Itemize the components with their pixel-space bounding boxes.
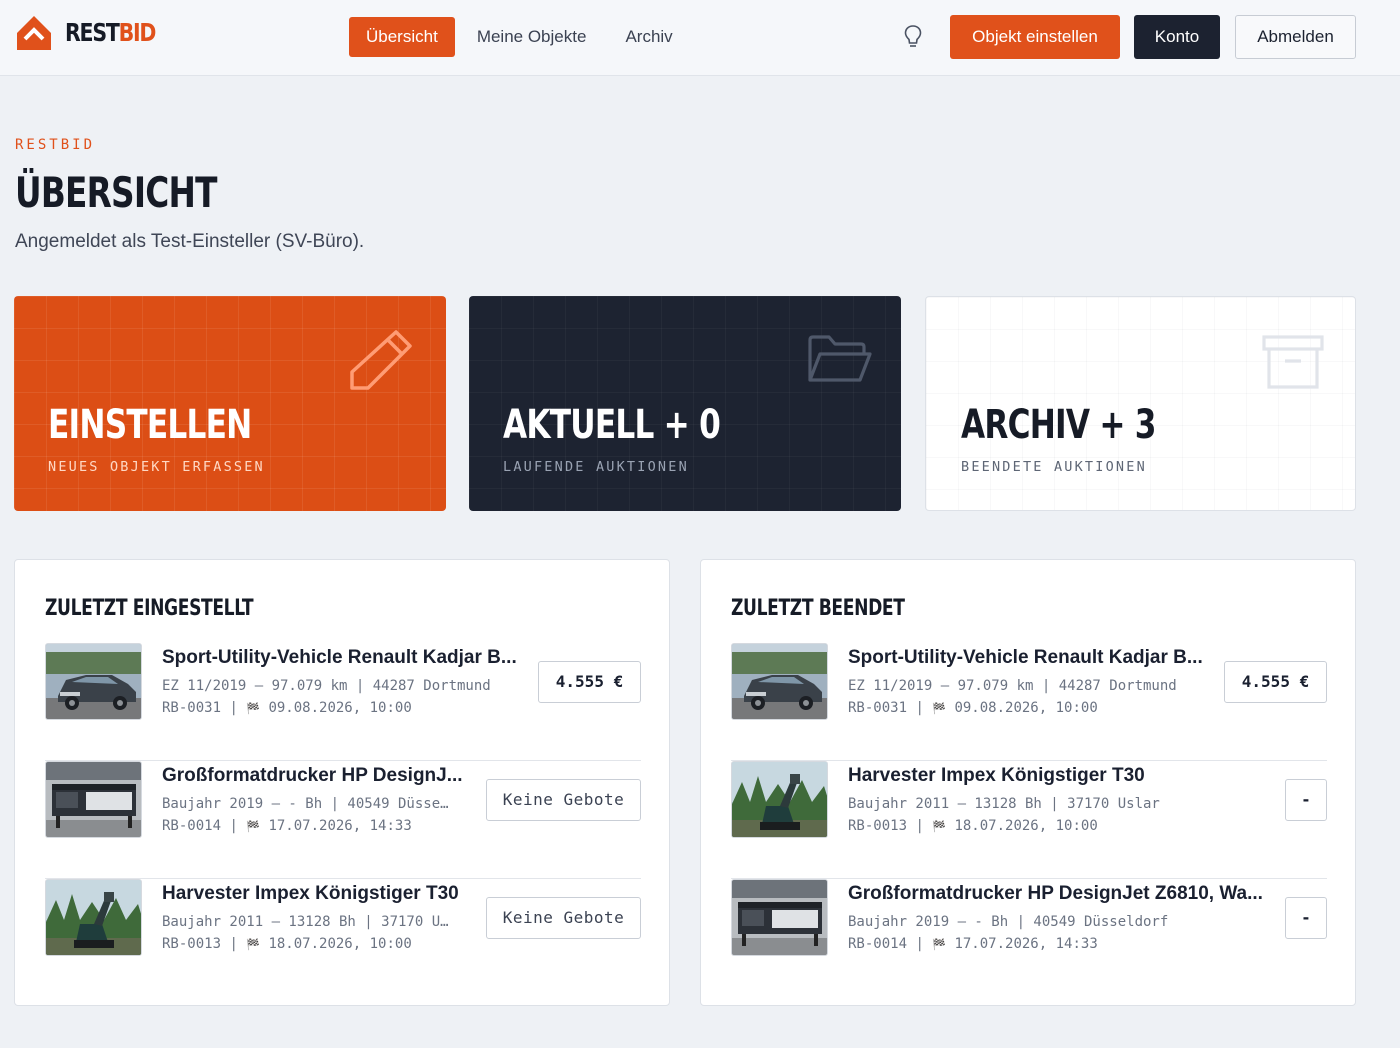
list-item[interactable]: Harvester Impex Königstiger T30 Baujahr 2… — [45, 879, 641, 997]
item-thumbnail[interactable] — [45, 761, 142, 838]
item-id-and-end: RB-0014 | 🏁 17.07.2026, 14:33 — [848, 936, 1098, 952]
item-thumbnail[interactable] — [45, 879, 142, 956]
checkered-flag-icon: 🏁 — [246, 702, 261, 715]
checkered-flag-icon: 🏁 — [932, 702, 947, 715]
tile-aktuell[interactable]: AKTUELL + 0 LAUFENDE AUKTIONEN — [469, 296, 901, 511]
tile-aktuell-title: AKTUELL + 0 — [503, 402, 721, 448]
checkered-flag-icon: 🏁 — [246, 820, 261, 833]
item-id-and-end: RB-0013 | 🏁 18.07.2026, 10:00 — [162, 936, 412, 952]
list-item[interactable]: Großformatdrucker HP DesignJ... Baujahr 2… — [45, 761, 641, 879]
logout-button[interactable]: Abmelden — [1235, 15, 1356, 59]
item-thumbnail[interactable] — [731, 643, 828, 720]
item-title[interactable]: Harvester Impex Königstiger T30 — [848, 765, 1145, 787]
item-id: RB-0031 — [162, 700, 222, 716]
tile-archiv[interactable]: ARCHIV + 3 BEENDETE AUKTIONEN — [925, 296, 1356, 511]
item-id-and-end: RB-0013 | 🏁 18.07.2026, 10:00 — [848, 818, 1098, 834]
item-bid-badge[interactable]: - — [1285, 897, 1327, 939]
item-id: RB-0014 — [162, 818, 222, 834]
restbid-logo-icon — [17, 16, 51, 50]
item-bid-badge[interactable]: - — [1285, 779, 1327, 821]
panel-title: ZULETZT EINGESTELLT — [45, 596, 254, 621]
panel-title: ZULETZT BEENDET — [731, 596, 905, 621]
tile-archiv-subtitle: BEENDETE AUKTIONEN — [961, 459, 1147, 475]
item-title[interactable]: Sport-Utility-Vehicle Renault Kadjar B..… — [162, 647, 517, 669]
item-end-date: 17.07.2026, 14:33 — [268, 818, 412, 834]
list-item[interactable]: Sport-Utility-Vehicle Renault Kadjar B..… — [731, 643, 1327, 761]
item-title[interactable]: Harvester Impex Königstiger T30 — [162, 883, 459, 905]
item-thumbnail[interactable] — [731, 879, 828, 956]
item-id: RB-0031 — [848, 700, 908, 716]
archive-box-icon — [1262, 335, 1324, 389]
item-bid-badge[interactable]: Keine Gebote — [486, 897, 641, 939]
tile-einstellen-subtitle: NEUES OBJEKT ERFASSEN — [48, 459, 265, 475]
item-id-and-end: RB-0031 | 🏁 09.08.2026, 10:00 — [162, 700, 412, 716]
item-thumbnail[interactable] — [45, 643, 142, 720]
folder-icon — [808, 335, 872, 382]
nav-item-archiv[interactable]: Archiv — [608, 17, 689, 57]
item-end-date: 09.08.2026, 10:00 — [268, 700, 412, 716]
item-id: RB-0014 — [848, 936, 908, 952]
tile-archiv-title: ARCHIV + 3 — [961, 402, 1156, 448]
account-button[interactable]: Konto — [1134, 15, 1220, 59]
page-eyebrow: RESTBID — [15, 137, 96, 153]
item-title[interactable]: Großformatdrucker HP DesignJ... — [162, 765, 463, 787]
item-details: Baujahr 2019 – - Bh | 40549 Düsseldorf — [848, 914, 1169, 930]
lightbulb-icon[interactable] — [903, 24, 923, 50]
item-id: RB-0013 — [162, 936, 222, 952]
item-bid-badge[interactable]: Keine Gebote — [486, 779, 641, 821]
list-item[interactable]: Sport-Utility-Vehicle Renault Kadjar B..… — [45, 643, 641, 761]
top-navigation-bar: RESTBID Übersicht Meine Objekte Archiv O… — [0, 0, 1400, 76]
list-item[interactable]: Großformatdrucker HP DesignJet Z6810, Wa… — [731, 879, 1327, 997]
item-bid-badge[interactable]: 4.555 € — [538, 661, 641, 703]
item-details: EZ 11/2019 – 97.079 km | 44287 Dortmund — [848, 678, 1177, 694]
pencil-icon — [350, 330, 412, 390]
item-title[interactable]: Großformatdrucker HP DesignJet Z6810, Wa… — [848, 883, 1263, 905]
item-end-date: 09.08.2026, 10:00 — [954, 700, 1098, 716]
brand-name-part1: REST — [65, 18, 120, 47]
item-end-date: 18.07.2026, 10:00 — [268, 936, 412, 952]
recently-finished-panel: ZULETZT BEENDET Sport-Utility-Vehicle Re… — [700, 559, 1356, 1006]
item-end-date: 17.07.2026, 14:33 — [954, 936, 1098, 952]
item-details: Baujahr 2019 – - Bh | 40549 Düsse… — [162, 796, 449, 812]
create-object-button[interactable]: Objekt einstellen — [950, 15, 1120, 59]
separator: | — [221, 700, 247, 716]
item-details: Baujahr 2011 – 13128 Bh | 37170 U… — [162, 914, 449, 930]
item-details: EZ 11/2019 – 97.079 km | 44287 Dortmund — [162, 678, 491, 694]
brand-name-part2: BID — [118, 18, 157, 47]
separator: | — [221, 936, 247, 952]
separator: | — [221, 818, 247, 834]
tile-einstellen-title: EINSTELLEN — [48, 402, 252, 448]
item-title[interactable]: Sport-Utility-Vehicle Renault Kadjar B..… — [848, 647, 1203, 669]
brand-name: RESTBID — [65, 15, 157, 51]
list-item[interactable]: Harvester Impex Königstiger T30 Baujahr 2… — [731, 761, 1327, 879]
main-nav: Übersicht Meine Objekte Archiv — [349, 17, 690, 57]
checkered-flag-icon: 🏁 — [246, 938, 261, 951]
checkered-flag-icon: 🏁 — [932, 938, 947, 951]
login-status-text: Angemeldet als Test-Einsteller (SV-Büro)… — [15, 231, 365, 252]
separator: | — [907, 700, 933, 716]
item-id-and-end: RB-0014 | 🏁 17.07.2026, 14:33 — [162, 818, 412, 834]
checkered-flag-icon: 🏁 — [932, 820, 947, 833]
tile-einstellen[interactable]: EINSTELLEN NEUES OBJEKT ERFASSEN — [14, 296, 446, 511]
item-end-date: 18.07.2026, 10:00 — [954, 818, 1098, 834]
item-details: Baujahr 2011 – 13128 Bh | 37170 Uslar — [848, 796, 1160, 812]
separator: | — [907, 818, 933, 834]
separator: | — [907, 936, 933, 952]
nav-item-uebersicht[interactable]: Übersicht — [349, 17, 455, 57]
item-id: RB-0013 — [848, 818, 908, 834]
brand-logo[interactable]: RESTBID — [16, 15, 175, 51]
page-title: ÜBERSICHT — [15, 168, 218, 217]
item-id-and-end: RB-0031 | 🏁 09.08.2026, 10:00 — [848, 700, 1098, 716]
item-bid-badge[interactable]: 4.555 € — [1224, 661, 1327, 703]
recently-created-panel: ZULETZT EINGESTELLT Sport-Utility-Vehicl… — [14, 559, 670, 1006]
tile-aktuell-subtitle: LAUFENDE AUKTIONEN — [503, 459, 689, 475]
nav-item-meine-objekte[interactable]: Meine Objekte — [460, 17, 604, 57]
item-thumbnail[interactable] — [731, 761, 828, 838]
